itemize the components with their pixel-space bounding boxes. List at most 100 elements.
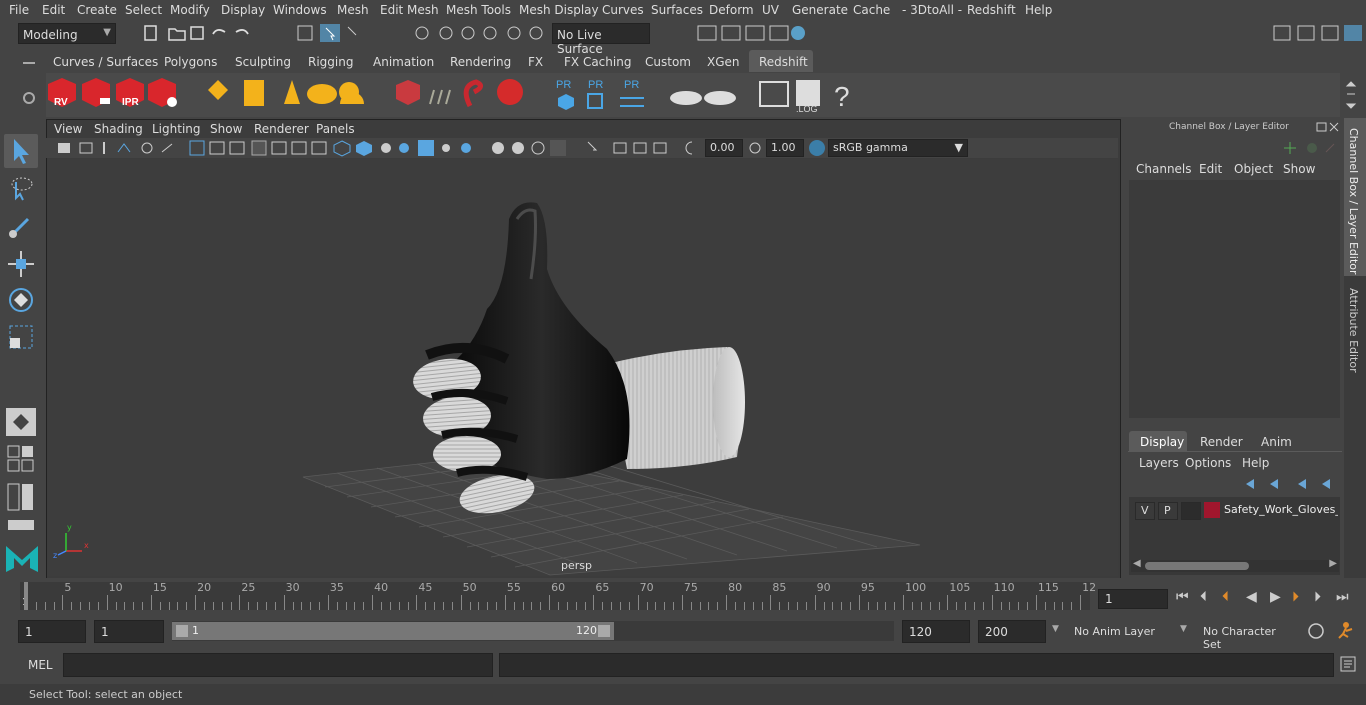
menu-mesh-display[interactable]: Mesh Display [519,3,599,17]
current-frame-field[interactable]: 1 [1098,589,1168,609]
character-set-dropdown[interactable]: No Character Set [1196,620,1296,651]
go-to-start-icon[interactable]: ⏮ [1176,589,1189,605]
go-to-end-icon[interactable]: ⏭ [1336,589,1349,605]
shelf-tab-curves[interactable]: Curves / Surfaces [47,50,158,72]
vp-menu-renderer[interactable]: Renderer [254,122,309,136]
layer-name[interactable]: Safety_Work_Gloves_T [1224,503,1338,516]
shelf-tab-fx[interactable]: FX [520,50,550,72]
redshift-bake-buttons[interactable] [668,76,740,114]
menu-edit-mesh[interactable]: Edit Mesh [380,3,439,17]
step-back-key-icon[interactable]: ⏴ [1200,589,1207,605]
scene-start-field[interactable]: 1 [18,620,86,643]
shelf-tab-redshift[interactable]: Redshift [749,50,813,72]
step-forward-key-icon[interactable]: ⏵ [1314,589,1321,605]
layer-color-swatch[interactable] [1204,502,1220,518]
layer-menu-options[interactable]: Options [1185,456,1231,470]
menu-3dtoall[interactable]: - 3DtoAll - [902,3,962,17]
shelf-tab-fx-caching[interactable]: FX Caching [556,50,632,72]
menu-redshift[interactable]: Redshift [967,3,1016,17]
four-pane-layout-button[interactable] [6,444,36,474]
shelf-tab-polygons[interactable]: Polygons [155,50,221,72]
vp-menu-show[interactable]: Show [210,122,242,136]
workspace-icons[interactable] [1270,23,1364,43]
redshift-render-buttons[interactable]: RV IPR [44,74,384,116]
layer-visibility-toggle[interactable]: V [1135,502,1155,520]
color-space-dropdown[interactable]: sRGB gamma ▼ [828,139,968,157]
playback-end-field[interactable]: 120 [902,620,970,643]
play-backward-icon[interactable]: ◀ [1246,589,1257,605]
menu-uv[interactable]: UV [762,3,779,17]
play-forward-icon[interactable]: ▶ [1270,589,1281,605]
channel-box-icons[interactable] [1284,140,1342,156]
snap-icons[interactable] [410,23,545,43]
cb-menu-channels[interactable]: Channels [1136,162,1192,176]
panel-float-close[interactable] [1316,122,1340,134]
shelf-tab-rigging[interactable]: Rigging [299,50,359,72]
menu-surfaces[interactable]: Surfaces [651,3,703,17]
lasso-tool-button[interactable] [4,172,38,206]
menu-modify[interactable]: Modify [170,3,210,17]
select-mode-icons[interactable] [296,23,366,43]
range-slider-handle[interactable]: 1 120 [172,622,614,640]
menu-mesh[interactable]: Mesh [337,3,369,17]
vp-menu-lighting[interactable]: Lighting [152,122,201,136]
menu-cache[interactable]: Cache [853,3,890,17]
auto-key-button[interactable] [1306,621,1326,641]
tab-anim[interactable]: Anim [1250,431,1298,451]
script-editor-button[interactable] [1340,656,1356,672]
menu-edit[interactable]: Edit [42,3,65,17]
channel-list[interactable] [1129,180,1340,418]
tab-render[interactable]: Render [1190,431,1248,451]
layer-menu-help[interactable]: Help [1242,456,1269,470]
range-slider[interactable]: 1 120 [172,621,894,641]
side-tab-channel-box[interactable]: Channel Box / Layer Editor [1344,118,1366,276]
side-tab-attribute-editor[interactable]: Attribute Editor [1344,280,1366,380]
outliner-layout-button[interactable] [6,518,36,532]
chevron-down-icon[interactable]: ▼ [1052,624,1059,634]
single-pane-layout-button[interactable] [6,408,36,436]
layer-menu-layers[interactable]: Layers [1139,456,1179,470]
scene-end-field[interactable]: 200 [978,620,1046,643]
menu-select[interactable]: Select [125,3,162,17]
exposure-field[interactable]: 0.00 [705,139,743,157]
scrollbar-thumb[interactable] [1145,562,1249,570]
playback-start-field[interactable]: 1 [94,620,164,643]
menu-generate[interactable]: Generate [792,3,848,17]
menu-file[interactable]: File [9,3,29,17]
mode-selector[interactable]: Modeling ▼ [18,23,116,44]
cb-menu-edit[interactable]: Edit [1199,162,1222,176]
chevron-down-icon[interactable]: ▼ [1180,624,1187,634]
menu-windows[interactable]: Windows [273,3,327,17]
redshift-object-buttons[interactable] [394,74,534,116]
current-time-indicator[interactable] [24,582,28,610]
anim-layer-dropdown[interactable]: No Anim Layer [1066,620,1176,641]
shelf-tab-rendering[interactable]: Rendering [441,50,513,72]
redshift-util-buttons[interactable]: .LOG ? [758,76,858,114]
tab-display[interactable]: Display [1129,431,1187,451]
menu-create[interactable]: Create [77,3,117,17]
layer-horizontal-scrollbar[interactable]: ◀ ▶ [1131,558,1339,572]
live-surface-field[interactable]: No Live Surface [552,23,650,56]
command-input[interactable] [63,653,493,677]
rotate-tool-button[interactable] [4,283,38,317]
command-language-label[interactable]: MEL [28,658,53,672]
move-tool-button[interactable] [4,247,38,281]
two-pane-layout-button[interactable] [6,482,36,512]
scale-tool-button[interactable] [4,320,38,354]
shelf-tab-sculpting[interactable]: Sculpting [226,50,292,72]
layer-type-toggle[interactable] [1181,502,1201,520]
menu-curves[interactable]: Curves [602,3,644,17]
cb-menu-object[interactable]: Object [1234,162,1273,176]
gamma-field[interactable]: 1.00 [766,139,804,157]
select-tool-button[interactable] [4,134,38,168]
cb-menu-show[interactable]: Show [1283,162,1315,176]
menu-help[interactable]: Help [1025,3,1052,17]
paint-tool-button[interactable] [4,209,38,243]
range-end-handle[interactable] [598,625,610,637]
menu-mesh-tools[interactable]: Mesh Tools [446,3,511,17]
color-management-icon[interactable] [809,140,825,156]
redshift-proxy-buttons[interactable]: PR PR PR [552,76,652,114]
viewport-toolbar-icons[interactable] [52,138,692,158]
shelf-tab-xgen[interactable]: XGen [699,50,745,72]
menu-display[interactable]: Display [221,3,265,17]
